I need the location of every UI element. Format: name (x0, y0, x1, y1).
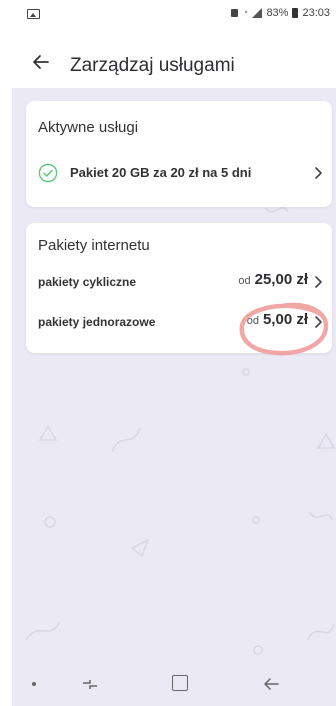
package-row-cyclic[interactable]: pakiety cykliczne od 25,00 zł (38, 269, 326, 295)
navigation-bar (12, 662, 336, 706)
active-service-label: Pakiet 20 GB za 20 zł na 5 dni (70, 165, 252, 180)
signal-icon (252, 8, 263, 18)
package-price: od 25,00 zł (238, 271, 308, 289)
chevron-right-icon (315, 316, 322, 328)
home-button-icon[interactable] (172, 675, 188, 691)
check-circle-icon (38, 163, 58, 183)
back-button-icon[interactable] (261, 675, 281, 693)
internet-packages-card: Pakiety internetu pakiety cykliczne od 25… (26, 223, 332, 353)
price-prefix: od (238, 275, 251, 287)
package-label: pakiety jednorazowe (38, 315, 156, 329)
page-title: Zarządzaj usługami (70, 55, 235, 76)
status-bar: ◔ 83% 23:03 (12, 0, 336, 34)
price-prefix: od (246, 315, 259, 327)
chevron-right-icon (315, 167, 322, 179)
gallery-notification-icon (27, 9, 40, 19)
lock-icon (230, 9, 238, 17)
app-bar: ◔ 83% 23:03 Zarządzaj usługami (12, 0, 336, 88)
battery-percent: 83% (266, 7, 289, 19)
back-arrow-icon[interactable] (30, 51, 52, 73)
internet-packages-title: Pakiety internetu (38, 237, 150, 254)
active-service-item[interactable]: Pakiet 20 GB za 20 zł na 5 dni (36, 159, 326, 187)
clock: 23:03 (302, 7, 330, 19)
header: Zarządzaj usługami (12, 46, 336, 86)
recent-apps-icon[interactable] (80, 675, 100, 693)
package-row-one-time[interactable]: pakiety jednorazowe od 5,00 zł (38, 309, 326, 335)
phone-screen: ◔ 83% 23:03 Zarządzaj usługami Aktywne u… (12, 0, 336, 706)
dot-icon[interactable] (32, 682, 36, 686)
active-services-title: Aktywne usługi (38, 119, 139, 136)
battery-icon (292, 8, 299, 18)
active-services-card: Aktywne usługi Pakiet 20 GB za 20 zł na … (26, 101, 332, 207)
package-label: pakiety cykliczne (38, 275, 137, 289)
status-bar-right: ◔ 83% 23:03 (230, 7, 330, 19)
package-price: od 5,00 zł (247, 311, 308, 329)
price-value: 25,00 zł (254, 271, 308, 288)
wifi-icon: ◔ (241, 7, 249, 19)
price-value: 5,00 zł (262, 311, 308, 328)
chevron-right-icon (315, 276, 322, 288)
